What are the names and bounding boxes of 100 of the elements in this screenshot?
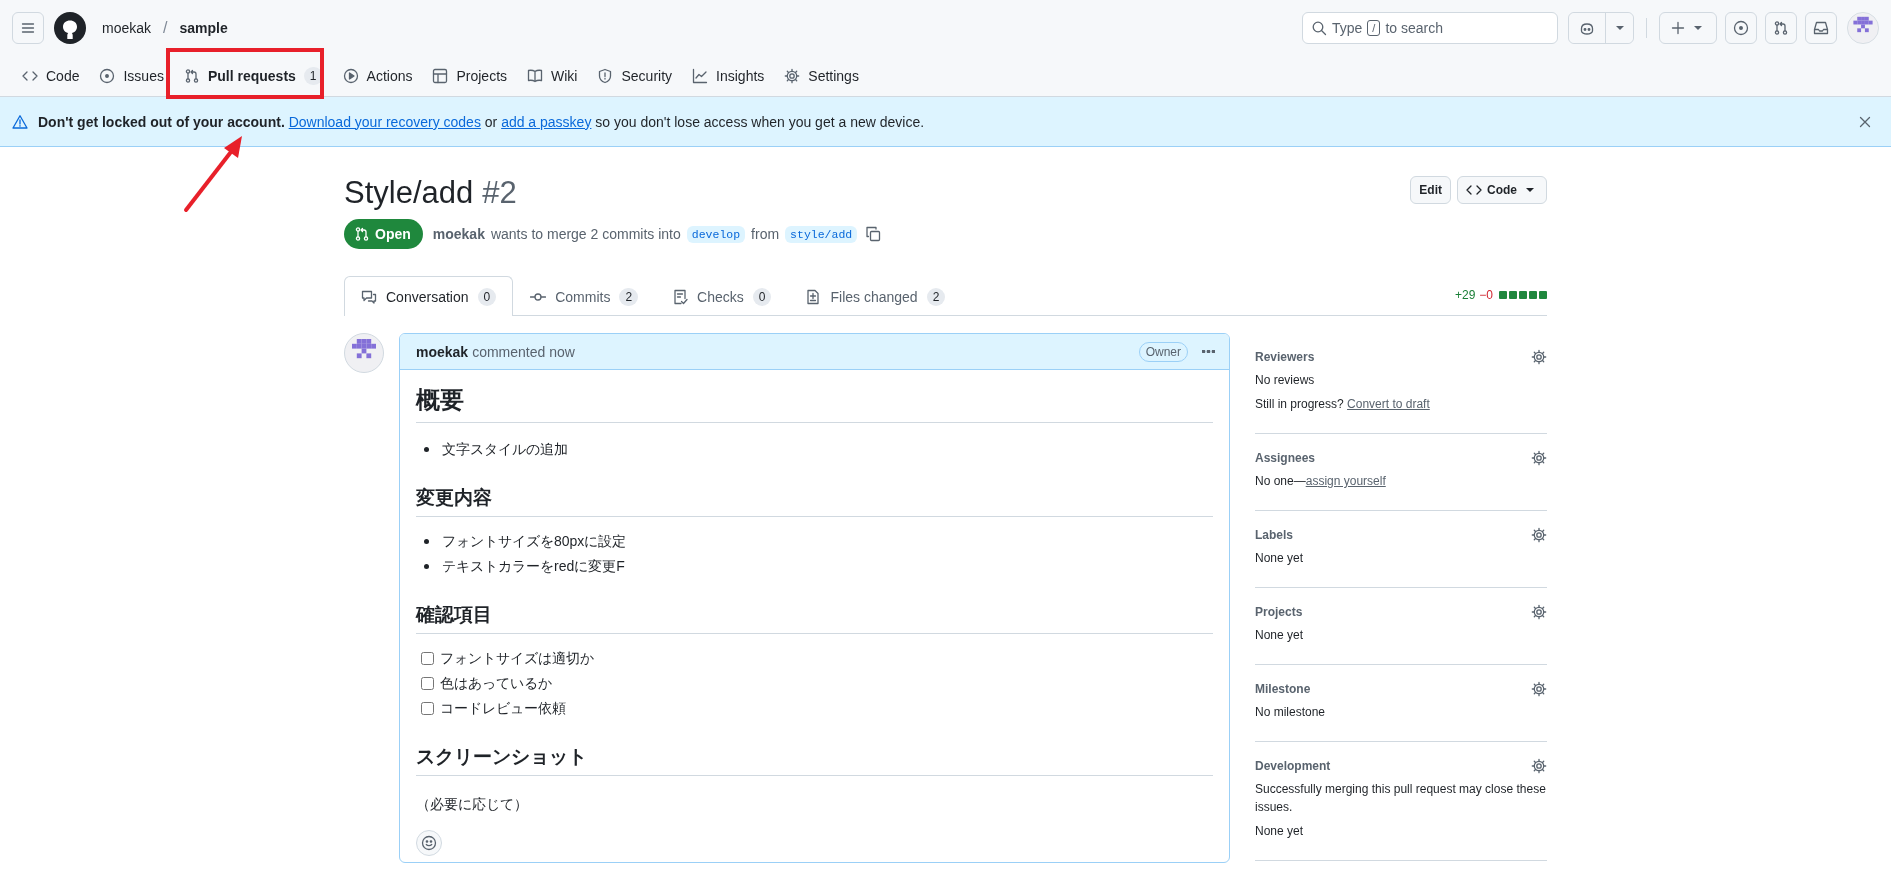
sidebar-text: None yet	[1255, 823, 1305, 840]
sidebar-link[interactable]: assign yourself	[1305, 474, 1386, 488]
additions-count: +29	[1454, 288, 1476, 302]
graph-icon	[692, 68, 709, 84]
paragraph: （必要に応じて）	[416, 795, 529, 814]
issue-icon	[1733, 20, 1749, 36]
task-checkbox[interactable]	[421, 676, 434, 690]
settings-button[interactable]	[1531, 681, 1547, 697]
sidebar-link[interactable]: Convert to draft	[1347, 397, 1430, 411]
list-item: テキストカラーをredに変更F	[442, 557, 625, 576]
checklist-icon	[672, 289, 689, 305]
author-link[interactable]: moekak	[432, 226, 485, 242]
search-icon	[1311, 20, 1327, 36]
search-placeholder: Type	[1332, 20, 1363, 36]
sidebar-text: None yet	[1255, 627, 1305, 644]
task-text: 色はあっているか	[440, 674, 552, 693]
repo-tab[interactable]: Settings	[775, 60, 868, 92]
section-title: Development	[1255, 759, 1331, 773]
section-title: Reviewers	[1255, 350, 1315, 364]
more-options-button[interactable]	[1200, 348, 1217, 355]
menu-icon	[20, 20, 36, 36]
edit-button[interactable]: Edit	[1410, 176, 1451, 204]
settings-button[interactable]	[1531, 450, 1547, 466]
repo-owner-link[interactable]: moekak	[102, 20, 152, 36]
merge-summary: wants to merge 2 commits into	[490, 226, 681, 242]
create-new-button[interactable]	[1659, 12, 1717, 44]
settings-icon	[1531, 450, 1547, 466]
repo-tab[interactable]: Pull requests 1	[174, 60, 332, 92]
branch-label[interactable]: develop	[686, 225, 746, 243]
section-title: Assignees	[1255, 451, 1316, 465]
book-icon	[527, 68, 544, 84]
pr-tab[interactable]: Commits 2	[513, 277, 656, 316]
heading: スクリーンショット	[416, 744, 1213, 776]
issue-icon	[99, 68, 116, 84]
bullet	[424, 446, 429, 452]
smiley-icon	[421, 835, 437, 851]
repo-tab[interactable]: Code	[13, 60, 89, 92]
reaction-button[interactable]	[416, 830, 442, 856]
pr-tab[interactable]: Checks 0	[655, 277, 789, 316]
settings-button[interactable]	[1531, 527, 1547, 543]
settings-button[interactable]	[1531, 349, 1547, 365]
kebab-icon	[1202, 350, 1215, 353]
avatar[interactable]	[1847, 12, 1879, 44]
copy-icon	[865, 226, 882, 242]
plus-icon	[1670, 20, 1686, 36]
warning-icon	[12, 113, 28, 130]
avatar	[344, 333, 384, 373]
pull-request-icon	[183, 68, 200, 84]
logo-icon[interactable]	[54, 12, 86, 44]
menu-button[interactable]	[12, 12, 44, 44]
search-field[interactable]: Type / to search	[1302, 12, 1558, 44]
list-item: 文字スタイルの追加	[442, 440, 568, 459]
inbox-button[interactable]	[1805, 12, 1837, 44]
pr-title: Style/add	[344, 174, 474, 212]
settings-icon	[1531, 349, 1547, 365]
pull-request-icon	[354, 226, 370, 242]
repo-name-link[interactable]: sample	[179, 20, 228, 36]
heading: 変更内容	[416, 485, 1213, 517]
passkey-link[interactable]: add a passkey	[501, 113, 592, 130]
deletions-count: −0	[1479, 288, 1493, 302]
pull-requests-button[interactable]	[1765, 12, 1797, 44]
task-checkbox[interactable]	[421, 701, 434, 715]
sidebar-text: Successfully merging this pull request may close these issues.	[1255, 781, 1547, 816]
repo-tab[interactable]: Actions	[333, 60, 422, 92]
sidebar-text: No milestone	[1255, 704, 1327, 721]
assistant-icon	[1579, 20, 1595, 36]
repo-tab[interactable]: Insights	[683, 60, 774, 92]
bullet	[424, 538, 429, 544]
code-button[interactable]: Code	[1457, 176, 1547, 204]
banner-message: Don't get locked out of your account. Download your recovery codes or add a passkey so you don't lose access when you get a new device.	[38, 113, 925, 130]
pr-tab[interactable]: Conversation 0	[344, 276, 514, 316]
search-placeholder: to search	[1385, 20, 1443, 36]
sidebar-text: No reviews	[1255, 372, 1316, 389]
merge-summary: from	[751, 226, 780, 242]
pr-number: #2	[482, 174, 517, 212]
inbox-icon	[1813, 20, 1829, 36]
repo-tab[interactable]: Projects	[423, 60, 517, 92]
recovery-codes-link[interactable]: Download your recovery codes	[288, 113, 481, 130]
task-checkbox[interactable]	[421, 651, 434, 665]
file-diff-icon	[805, 289, 822, 305]
settings-button[interactable]	[1531, 604, 1547, 620]
issues-button[interactable]	[1725, 12, 1757, 44]
task-text: フォントサイズは適切か	[440, 649, 594, 668]
sidebar-text: Still in progress? Convert to draft	[1255, 396, 1431, 413]
repo-tab[interactable]: Wiki	[518, 60, 587, 92]
path-separator: /	[163, 19, 168, 37]
table-icon	[432, 68, 449, 84]
branch-label[interactable]: style/add	[785, 225, 858, 243]
settings-icon	[1531, 604, 1547, 620]
comment-time: commented now	[472, 343, 575, 360]
pr-tab[interactable]: Files changed 2	[788, 277, 963, 316]
list-item: フォントサイズを80pxに設定	[442, 532, 627, 551]
repo-tab[interactable]: Issues	[90, 60, 173, 92]
pull-request-icon	[1773, 20, 1789, 36]
settings-icon	[1531, 527, 1547, 543]
bullet	[424, 563, 429, 569]
repo-tab[interactable]: Security	[588, 60, 682, 92]
diffstat-bar	[1499, 291, 1547, 299]
settings-button[interactable]	[1531, 758, 1547, 774]
author-link[interactable]: moekak	[416, 343, 469, 360]
